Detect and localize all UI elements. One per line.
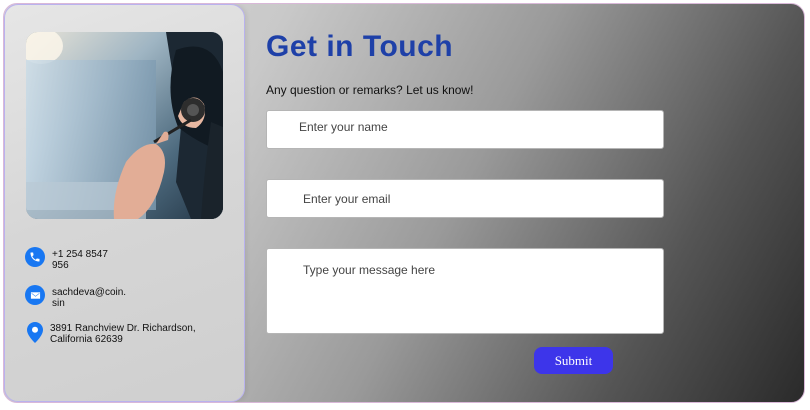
street-address: 3891 Ranchview Dr. Richardson, Californi… — [50, 323, 196, 345]
contact-info-panel: +1 254 8547 956 sachdeva@coin. sin 3891 … — [4, 4, 245, 402]
page-title: Get in Touch — [266, 30, 454, 63]
name-input[interactable] — [266, 110, 664, 149]
message-textarea[interactable] — [266, 248, 664, 334]
email-address: sachdeva@coin. sin — [52, 287, 127, 309]
phone-number: +1 254 8547 956 — [52, 249, 108, 271]
submit-button[interactable]: Submit — [534, 347, 613, 374]
address-info: 3891 Ranchview Dr. Richardson, Californi… — [25, 321, 196, 345]
phone-icon — [25, 247, 45, 267]
support-agent-photo — [26, 32, 223, 219]
email-info: sachdeva@coin. sin — [25, 285, 126, 309]
mail-icon — [25, 285, 45, 305]
page-subtitle: Any question or remarks? Let us know! — [266, 83, 474, 97]
email-input[interactable] — [266, 179, 664, 218]
location-pin-icon — [25, 321, 45, 343]
phone-info: +1 254 8547 956 — [25, 247, 108, 271]
contact-card: +1 254 8547 956 sachdeva@coin. sin 3891 … — [3, 3, 805, 403]
